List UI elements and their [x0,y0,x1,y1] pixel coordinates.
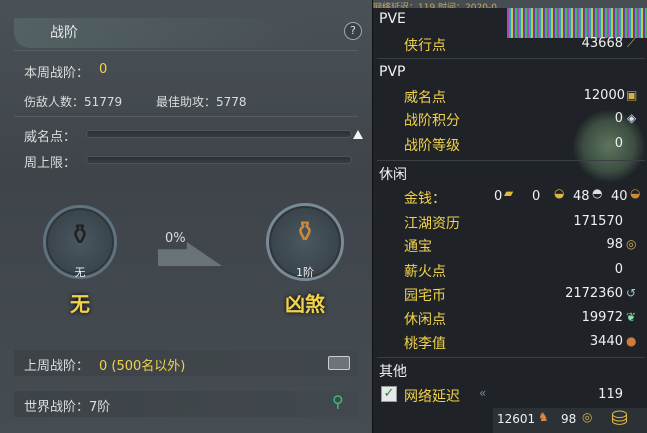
gourd-icon: ● [626,334,637,348]
decorative-stripes [507,8,647,38]
copper-ingot-icon: ◒ [630,186,641,200]
leisure-row-label: 通宝 [404,239,432,255]
leisure-row-value: 171570 [573,214,623,229]
section-other-header: 其他 [379,364,407,380]
leisure-row-value: 3440 [589,334,623,349]
latency-label: 网络延迟 [404,389,460,405]
leisure-row-label: 休闲点 [404,312,446,328]
pvp-row-value: 0 [614,136,623,151]
leisure-row-value: 98 [606,237,623,252]
bottom-value-b: 98 [561,412,577,426]
location-pin-icon[interactable]: ⚲ [332,392,344,411]
weekly-rank-label: 本周战阶： [24,66,90,81]
rank-progress-percent: 0% [165,231,186,246]
pvp-row-value: 0 [614,111,623,126]
help-button[interactable]: ? [344,22,362,40]
character-icon: ♞ [538,410,549,424]
next-rank-name: 凶煞 [285,292,325,316]
pvp-row-value: 12000 [583,88,625,103]
double-chevron-icon: « [479,386,487,400]
section-pve-header: PVE [379,11,406,27]
silver-ingot-icon: ◓ [592,186,603,200]
weekly-cap-bar [86,156,352,164]
trophy-icon: ⚱ [68,218,92,251]
leisure-row-label: 薪火点 [404,264,446,280]
last-week-label: 上周战阶： [24,359,90,374]
pvp-row-label: 战阶等级 [404,138,460,154]
prestige-icon: ▣ [626,88,638,102]
gold-bar-icon: ▰ [504,186,514,200]
pve-row-value: 43668 [581,36,623,51]
pvp-row-label: 战阶积分 [404,113,460,129]
sword-icon: ⟋ [627,36,636,50]
section-pvp-header: PVP [379,64,406,80]
weekly-rank-value: 0 [99,62,108,77]
trophy-icon: ⚱ [293,215,317,248]
leisure-row-value: 2172360 [565,286,623,301]
pvp-row-label: 威名点 [404,90,446,106]
house-coin-icon: ↺ [626,286,637,300]
separator [377,58,645,59]
last-week-value: 0 (500名以外) [99,359,186,374]
leisure-row-label: 园宅币 [404,288,446,304]
latency-checkbox[interactable]: ✓ [381,386,397,402]
kills-stat: 伤敌人数：51779 [24,95,123,109]
prestige-bar [86,130,352,138]
best-assist-stat: 最佳助攻：5778 [156,95,247,109]
crystal-icon: ◈ [627,111,637,125]
rank-panel: 战阶 ? 本周战阶： 0 伤敌人数：51779 最佳助攻：5778 威名点： 周… [0,0,372,433]
coin-icon: ◎ [582,410,593,424]
separator [377,160,645,161]
prestige-label: 威名点： [24,130,77,145]
currency-panel: 网络延迟：119 时间：2020-0 PVE 侠行点 43668 ⟋ PVP 威… [372,0,647,433]
world-rank: 世界战阶：7阶 [24,400,111,415]
section-leisure-header: 休闲 [379,167,407,183]
weekly-cap-label: 周上限： [24,156,77,171]
bar-marker-icon [353,130,363,139]
leisure-row-value: 19972 [581,310,623,325]
bottom-value-a: 12601 [497,412,536,426]
divider [14,116,358,117]
latency-value: 119 [598,387,623,402]
leisure-row-label: 桃李值 [404,336,446,352]
top-status-strip: 网络延迟：119 时间：2020-0 [373,0,647,8]
money-value-silver: 48 [573,189,590,204]
pve-row-label: 侠行点 [404,38,446,54]
next-rank-small: 1阶 [296,266,314,279]
coin-icon: ◎ [626,237,637,251]
divider [14,50,358,51]
money-value-gold: 0 [532,189,541,204]
current-rank-small: 无 [74,266,86,279]
money-value-copper: 40 [611,189,628,204]
leaf-icon: ❦ [626,310,637,324]
leisure-row-label: 江湖资历 [404,216,460,232]
ingot-shop-icon[interactable]: ⛁ [611,406,628,430]
money-label: 金钱： [404,191,446,207]
gold-ingot-icon: ◒ [554,186,565,200]
money-value-gold-bar: 0 [494,189,503,204]
chest-icon[interactable] [328,356,350,370]
separator [377,357,645,358]
panel-title: 战阶 [50,25,78,41]
current-rank-name: 无 [70,292,90,316]
leisure-row-value: 0 [614,262,623,277]
